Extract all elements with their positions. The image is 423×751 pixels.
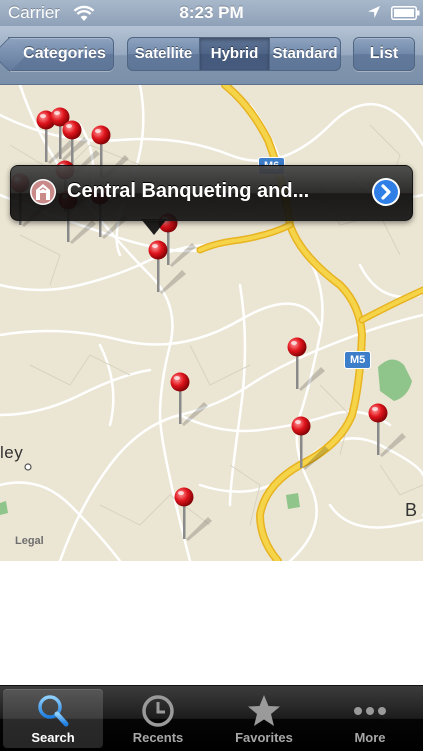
map-pin[interactable] [287,337,327,391]
map-view[interactable]: M6 M5 ley B Legal [0,85,423,561]
tab-bar: Search Recents Favorites More [0,685,423,751]
map-place-label: B [405,500,418,520]
tab-more[interactable]: More [320,689,420,748]
park-area [286,493,300,509]
navigation-bar: Categories Satellite Hybrid Standard Lis… [0,26,423,85]
map-pin[interactable] [170,372,210,426]
map-pin[interactable] [174,487,214,541]
search-icon [38,695,69,727]
venue-category-icon [30,179,56,205]
categories-label: Categories [23,45,106,62]
tab-search-label: Search [31,730,75,745]
disclosure-arrow-icon[interactable] [371,177,401,207]
map-type-segmented-control: Satellite Hybrid Standard [127,37,341,71]
segment-standard[interactable]: Standard [270,37,341,71]
tab-more-label: More [354,730,386,745]
clock-time: 8:23 PM [179,3,244,22]
segment-satellite[interactable]: Satellite [127,37,200,71]
battery-icon [391,6,420,20]
star-icon [248,695,280,726]
segment-hybrid[interactable]: Hybrid [200,37,270,71]
tab-favorites[interactable]: Favorites [214,689,314,748]
categories-back-button[interactable]: Categories [0,36,114,73]
map-pin[interactable] [291,416,331,470]
map-place-label: ley [0,443,24,462]
location-arrow-icon [368,6,380,18]
map-pin[interactable] [148,240,188,294]
tab-favorites-label: Favorites [235,730,293,745]
tab-recents[interactable]: Recents [108,689,208,748]
legal-link[interactable]: Legal [15,535,44,547]
status-bar: Carrier 8:23 PM [0,0,423,26]
list-button[interactable]: List [353,37,415,71]
callout-title: Central Banqueting and... [67,180,310,202]
tab-recents-label: Recents [132,730,184,745]
more-dots-icon [354,707,386,715]
tab-search[interactable]: Search [3,689,103,748]
map-pin[interactable] [368,403,408,457]
map-callout[interactable]: Central Banqueting and... [10,165,413,221]
callout-tail [141,219,167,235]
road-label-m5: M5 [344,351,372,369]
clock-icon [142,695,174,727]
